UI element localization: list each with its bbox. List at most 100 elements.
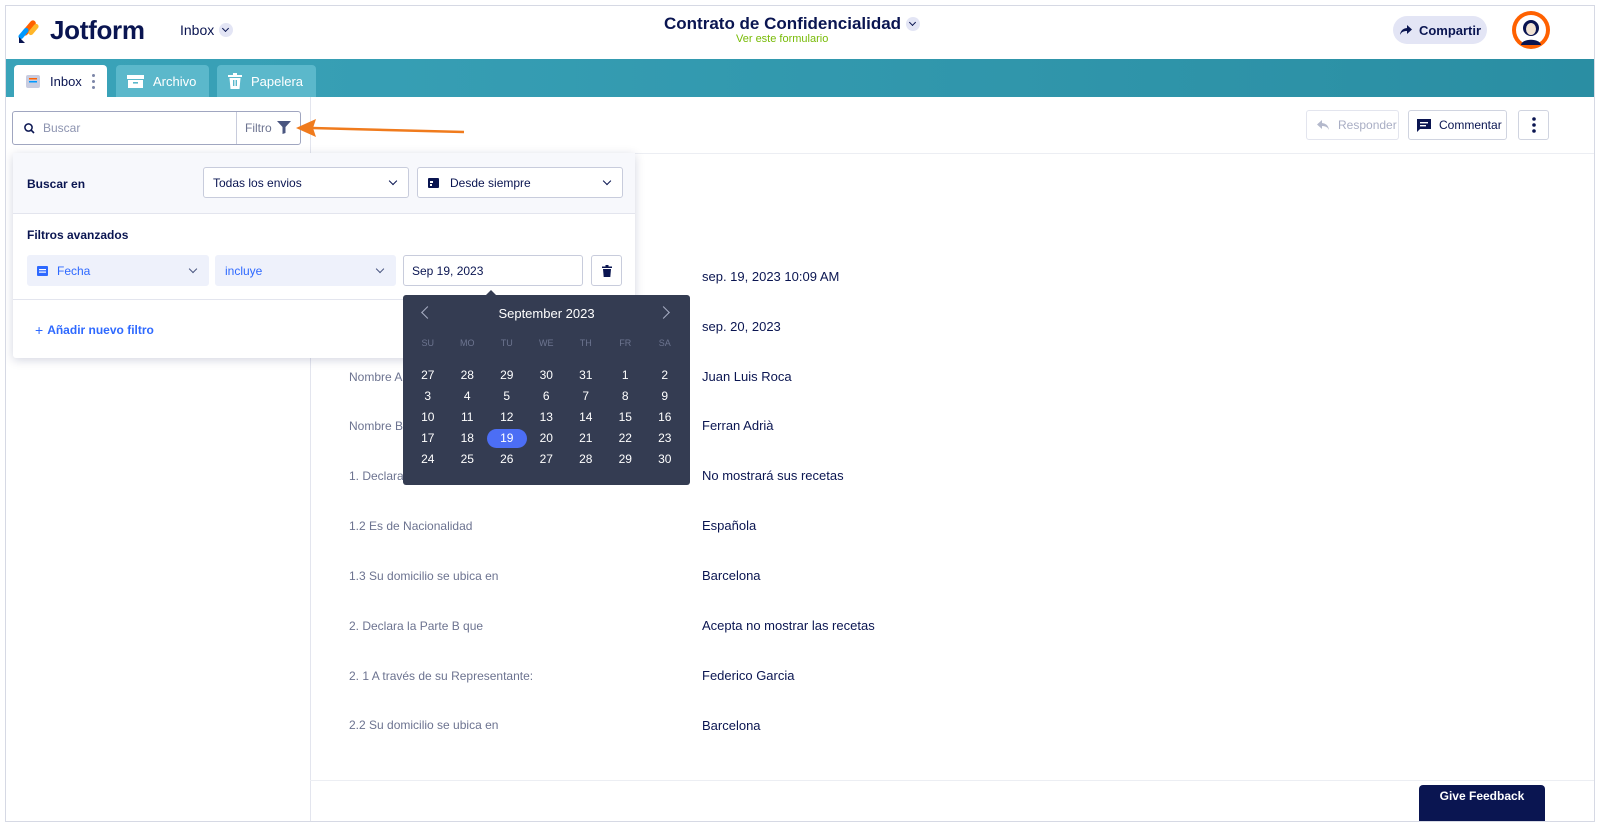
calendar-icon <box>428 178 439 188</box>
search-in-label: Buscar en <box>27 177 86 191</box>
field-value: Barcelona <box>702 718 761 733</box>
delete-filter-button[interactable] <box>591 255 622 286</box>
field-label: Nombre A <box>349 370 403 384</box>
calendar-day[interactable]: 11 <box>448 407 488 428</box>
calendar-day[interactable]: 3 <box>408 386 448 407</box>
tab-inbox-label: Inbox <box>50 73 82 89</box>
field-value: Acepta no mostrar las recetas <box>702 618 875 633</box>
calendar-day[interactable]: 24 <box>408 449 448 470</box>
view-form-link[interactable]: Ver este formulario <box>736 33 828 45</box>
detail-bottom-divider <box>310 780 1594 781</box>
calendar-day[interactable]: 2 <box>645 365 685 386</box>
app-window: Jotform Inbox Contrato de Confidencialid… <box>5 5 1595 822</box>
calendar-day[interactable]: 25 <box>448 449 488 470</box>
calendar-icon <box>37 266 48 276</box>
weekday-header: TH <box>579 338 592 348</box>
calendar-day[interactable]: 1 <box>606 365 646 386</box>
calendar-day[interactable]: 16 <box>645 407 685 428</box>
chevron-down-icon <box>188 264 198 274</box>
calendar-day[interactable]: 8 <box>606 386 646 407</box>
more-options-button[interactable] <box>1518 110 1549 140</box>
calendar-day[interactable]: 12 <box>487 407 527 428</box>
inbox-switcher[interactable]: Inbox <box>180 22 234 38</box>
reply-button[interactable]: Responder <box>1306 110 1399 140</box>
filter-operator-value: incluye <box>225 263 263 278</box>
calendar-day[interactable]: 4 <box>448 386 488 407</box>
filter-operator-select[interactable]: incluye <box>215 255 396 286</box>
avatar-icon <box>1516 15 1546 45</box>
calendar-day[interactable]: 30 <box>527 365 567 386</box>
calendar-day[interactable]: 23 <box>645 428 685 449</box>
calendar-day[interactable]: 6 <box>527 386 567 407</box>
comment-button[interactable]: Commentar <box>1408 110 1507 140</box>
field-value: Barcelona <box>702 568 761 583</box>
calendar-day[interactable]: 13 <box>527 407 567 428</box>
calendar-day[interactable]: 9 <box>645 386 685 407</box>
search-input[interactable]: Buscar Filtro <box>12 111 301 145</box>
kebab-menu-icon[interactable] <box>91 73 95 89</box>
calendar-day[interactable]: 31 <box>566 365 606 386</box>
calendar-day[interactable]: 14 <box>566 407 606 428</box>
inbox-switcher-label: Inbox <box>180 22 215 38</box>
filter-toggle-label[interactable]: Filtro <box>245 121 272 135</box>
calendar-day[interactable]: 10 <box>408 407 448 428</box>
calendar-day[interactable]: 5 <box>487 386 527 407</box>
jotform-logo[interactable]: Jotform <box>18 15 145 46</box>
share-arrow-icon <box>1399 25 1412 35</box>
comment-button-label: Commentar <box>1439 118 1502 132</box>
calendar-day[interactable]: 29 <box>487 365 527 386</box>
tab-papelera[interactable]: Papelera <box>217 65 316 97</box>
chevron-down-icon <box>602 176 612 186</box>
calendar-day[interactable]: 15 <box>606 407 646 428</box>
weekday-header: MO <box>460 338 475 348</box>
advanced-filters-label: Filtros avanzados <box>27 228 129 242</box>
field-label: 1. Declara <box>349 469 404 483</box>
share-button[interactable]: Compartir <box>1393 16 1487 44</box>
field-value: sep. 20, 2023 <box>702 319 781 334</box>
calendar-spacer <box>408 351 685 365</box>
field-value: Española <box>702 518 757 533</box>
share-button-label: Compartir <box>1418 22 1482 38</box>
calendar-day[interactable]: 30 <box>645 449 685 470</box>
filter-field-select[interactable]: Fecha <box>27 255 209 286</box>
calendar-day[interactable]: 7 <box>566 386 606 407</box>
vertical-dots-icon <box>1531 117 1536 133</box>
calendar-day[interactable]: 21 <box>566 428 606 449</box>
calendar-day[interactable]: 27 <box>527 449 567 470</box>
calendar-day[interactable]: 17 <box>408 428 448 449</box>
date-range-value: Desde siempre <box>450 175 531 190</box>
date-range-select[interactable]: Desde siempre <box>417 167 623 198</box>
calendar-day[interactable]: 29 <box>606 449 646 470</box>
calendar-day[interactable]: 18 <box>448 428 488 449</box>
calendar-day[interactable]: 28 <box>448 365 488 386</box>
field-label: 1.2 Es de Nacionalidad <box>349 519 473 533</box>
trash-icon <box>228 73 242 89</box>
tab-archivo-label: Archivo <box>153 73 197 89</box>
chevron-down-icon <box>219 23 234 37</box>
reply-button-label: Responder <box>1338 118 1397 132</box>
calendar-day[interactable]: 28 <box>566 449 606 470</box>
calendar-day-selected[interactable]: 19 <box>487 429 527 448</box>
filter-date-input[interactable]: Sep 19, 2023 <box>403 255 583 286</box>
scope-select-value: Todas los envios <box>213 175 302 190</box>
archive-box-icon <box>127 74 144 89</box>
give-feedback-button[interactable]: Give Feedback <box>1419 785 1545 821</box>
filter-date-value: Sep 19, 2023 <box>412 263 484 278</box>
add-filter-label: Añadir nuevo filtro <box>47 323 154 337</box>
user-avatar[interactable] <box>1512 11 1550 49</box>
field-label: 2. Declara la Parte B que <box>349 619 484 633</box>
filter-funnel-icon[interactable] <box>277 121 291 134</box>
add-filter-button[interactable]: + Añadir nuevo filtro <box>35 322 154 338</box>
calendar-day[interactable]: 20 <box>527 428 567 449</box>
calendar-day[interactable]: 26 <box>487 449 527 470</box>
tab-inbox[interactable]: Inbox <box>14 65 107 97</box>
field-label: 1.3 Su domicilio se ubica en <box>349 569 499 583</box>
form-title-dropdown[interactable]: Contrato de Confidencialidad <box>664 14 921 34</box>
scope-select[interactable]: Todas los envios <box>203 167 409 198</box>
weekday-header: FR <box>619 338 632 348</box>
calendar-month-label: September 2023 <box>498 306 595 321</box>
calendar-day[interactable]: 22 <box>606 428 646 449</box>
tab-archivo[interactable]: Archivo <box>116 65 209 97</box>
calendar-day[interactable]: 27 <box>408 365 448 386</box>
comment-icon <box>1417 118 1431 132</box>
